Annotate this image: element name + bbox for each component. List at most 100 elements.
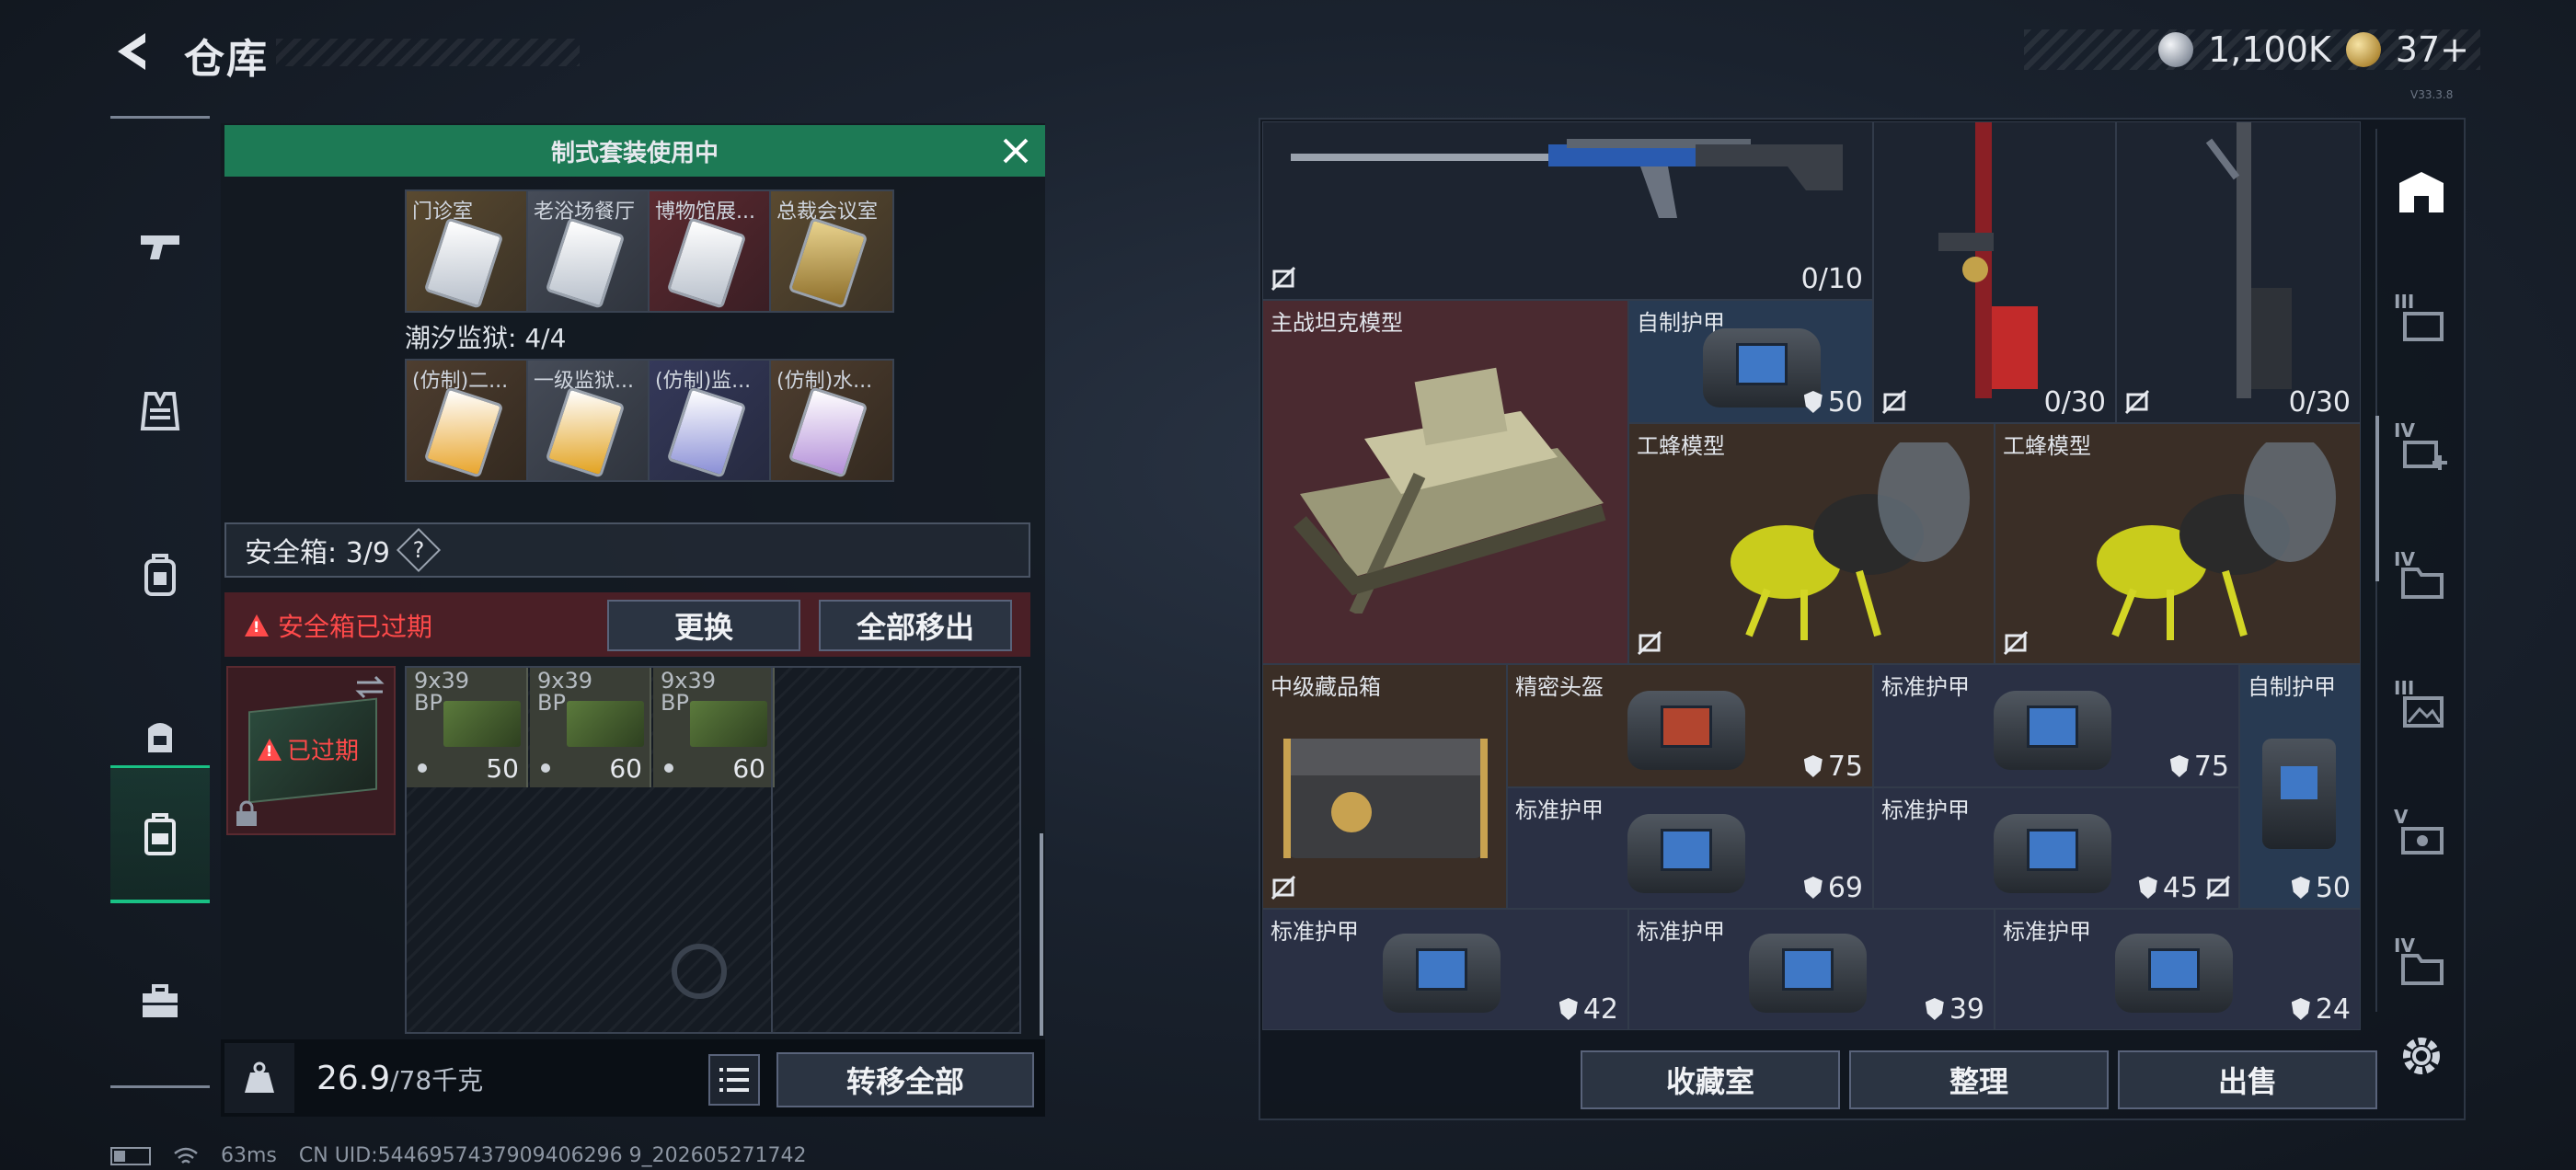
- safebox-icon: [144, 812, 176, 855]
- ammo-type: BP: [414, 690, 443, 716]
- gold-currency-value: 37+: [2395, 29, 2469, 70]
- ammo-capacity: 0/30: [2288, 386, 2351, 419]
- keycard-icon: [666, 386, 747, 478]
- shield-icon: [1803, 755, 1823, 777]
- ammo-dot-icon: [664, 763, 673, 773]
- stash-home-icon: [2399, 172, 2444, 212]
- replace-button[interactable]: 更换: [607, 600, 800, 651]
- ring-icon: [672, 944, 727, 999]
- armor-item[interactable]: 自制护甲 50: [1628, 300, 1873, 423]
- keycard-item[interactable]: 老浴场餐厅: [528, 191, 650, 311]
- swap-icon[interactable]: [353, 673, 386, 701]
- rifle-item[interactable]: 0/10: [1262, 121, 1873, 300]
- sniper-rifle-icon: [1291, 139, 1843, 218]
- no-sell-icon: [1637, 630, 1662, 656]
- collection-crate-item[interactable]: 中级藏品箱: [1262, 664, 1507, 909]
- helmet-item[interactable]: 精密头盔 75: [1507, 664, 1873, 787]
- remove-all-button[interactable]: 全部移出: [819, 600, 1012, 651]
- item-label: 标准护甲: [1515, 797, 1604, 823]
- armor-icon: [1984, 801, 2121, 900]
- no-sell-icon: [1271, 266, 1296, 292]
- keycard-item[interactable]: 一级监狱...: [528, 361, 650, 480]
- warning-icon: [245, 614, 269, 637]
- shield-icon: [1803, 877, 1823, 899]
- battery-icon: [110, 1146, 151, 1165]
- close-icon[interactable]: [997, 132, 1034, 169]
- help-icon[interactable]: ?: [396, 527, 441, 573]
- ammo-dot-icon: [418, 763, 427, 773]
- warning-icon: [258, 738, 282, 761]
- tank-model-item[interactable]: 主战坦克模型: [1262, 300, 1628, 664]
- nav-item-backpack[interactable]: [110, 506, 210, 644]
- briefcase-icon: [143, 984, 178, 1017]
- armor-durability: 45: [2138, 872, 2198, 904]
- right-scrollbar[interactable]: [2375, 416, 2379, 581]
- wasp-model-item[interactable]: 工蜂模型: [1628, 423, 1995, 664]
- wasp-model-item[interactable]: 工蜂模型: [1995, 423, 2361, 664]
- tab-level: IV: [2394, 548, 2415, 570]
- vest-icon: [140, 392, 180, 430]
- nav-item-briefcase[interactable]: [110, 933, 210, 1071]
- safebox-header: 安全箱: 3/9 ?: [224, 522, 1030, 578]
- transfer-all-button[interactable]: 转移全部: [776, 1052, 1034, 1107]
- settings-gear-icon[interactable]: [2396, 1030, 2447, 1082]
- armor-item[interactable]: 标准护甲 39: [1628, 909, 1995, 1030]
- wasp-model-icon: [1731, 442, 1970, 640]
- weapon-item[interactable]: 0/30: [2116, 121, 2361, 423]
- keycard-item[interactable]: (仿制)二...: [407, 361, 528, 480]
- nav-item-vest[interactable]: [110, 342, 210, 480]
- keycard-item[interactable]: 总裁会议室: [771, 191, 892, 311]
- keycard-label: 老浴场餐厅: [534, 201, 636, 224]
- armor-icon: [1618, 801, 1754, 900]
- nav-item-safebox[interactable]: [110, 765, 210, 903]
- keycard-label: 门诊室: [412, 201, 474, 224]
- ammo-box-icon: [690, 701, 767, 747]
- stash-tab-3[interactable]: III: [2385, 267, 2458, 377]
- back-arrow-icon[interactable]: [109, 28, 156, 75]
- item-label: 标准护甲: [2003, 919, 2091, 945]
- armor-item[interactable]: 标准护甲 24: [1995, 909, 2361, 1030]
- armor-item[interactable]: 标准护甲 75: [1873, 664, 2239, 787]
- stash-tab-4-folder-2[interactable]: IV: [2385, 911, 2458, 1021]
- list-icon: [719, 1068, 749, 1092]
- safebox-count: 安全箱: 3/9: [245, 537, 390, 569]
- gear-pack-icon: [148, 723, 172, 752]
- left-scrollbar[interactable]: [1040, 833, 1043, 1036]
- shield-icon: [2138, 877, 2157, 899]
- organize-button[interactable]: 整理: [1849, 1050, 2109, 1109]
- title-decoration: [276, 39, 580, 66]
- sell-button[interactable]: 出售: [2118, 1050, 2377, 1109]
- suit-banner-label: 制式套装使用中: [550, 139, 719, 167]
- armor-item[interactable]: 自制护甲 50: [2239, 664, 2361, 909]
- helmet-icon: [1618, 678, 1754, 777]
- stash-tab-4-folder[interactable]: IV: [2385, 524, 2458, 635]
- ammo-capacity: 0/10: [1800, 263, 1863, 295]
- left-nav: [110, 116, 210, 1091]
- ammo-type: BP: [537, 690, 566, 716]
- keycard-item[interactable]: (仿制)监...: [650, 361, 771, 480]
- stash-tab-4-add[interactable]: IV: [2385, 396, 2458, 506]
- stash-tab-3-photo[interactable]: III: [2385, 653, 2458, 763]
- shield-icon: [2291, 877, 2310, 899]
- stash-tab-5[interactable]: V: [2385, 782, 2458, 892]
- keycard-item[interactable]: (仿制)水...: [771, 361, 892, 480]
- armor-item[interactable]: 标准护甲 69: [1507, 787, 1873, 909]
- keycard-label: 总裁会议室: [776, 201, 879, 224]
- ammo-item[interactable]: 9x39 BP 50: [407, 668, 528, 787]
- tab-level: III: [2394, 291, 2415, 313]
- keycard-item[interactable]: 门诊室: [407, 191, 528, 311]
- weapon-item[interactable]: 0/30: [1873, 121, 2116, 423]
- tab-level: IV: [2394, 419, 2415, 442]
- keycard-grid-prison: (仿制)二... 一级监狱... (仿制)监... (仿制)水...: [405, 359, 894, 482]
- ammo-item[interactable]: 9x39 BP 60: [530, 668, 651, 787]
- ammo-item[interactable]: 9x39 BP 60: [653, 668, 775, 787]
- keycard-item[interactable]: 博物馆展...: [650, 191, 771, 311]
- suit-banner: 制式套装使用中: [224, 125, 1045, 177]
- keycard-icon: [788, 386, 868, 478]
- collection-room-button[interactable]: 收藏室: [1581, 1050, 1840, 1109]
- armor-item[interactable]: 标准护甲 45: [1873, 787, 2239, 909]
- list-view-button[interactable]: [708, 1054, 760, 1106]
- nav-item-weapon[interactable]: [110, 177, 210, 315]
- armor-item[interactable]: 标准护甲 42: [1262, 909, 1628, 1030]
- stash-tab-home[interactable]: [2385, 138, 2458, 248]
